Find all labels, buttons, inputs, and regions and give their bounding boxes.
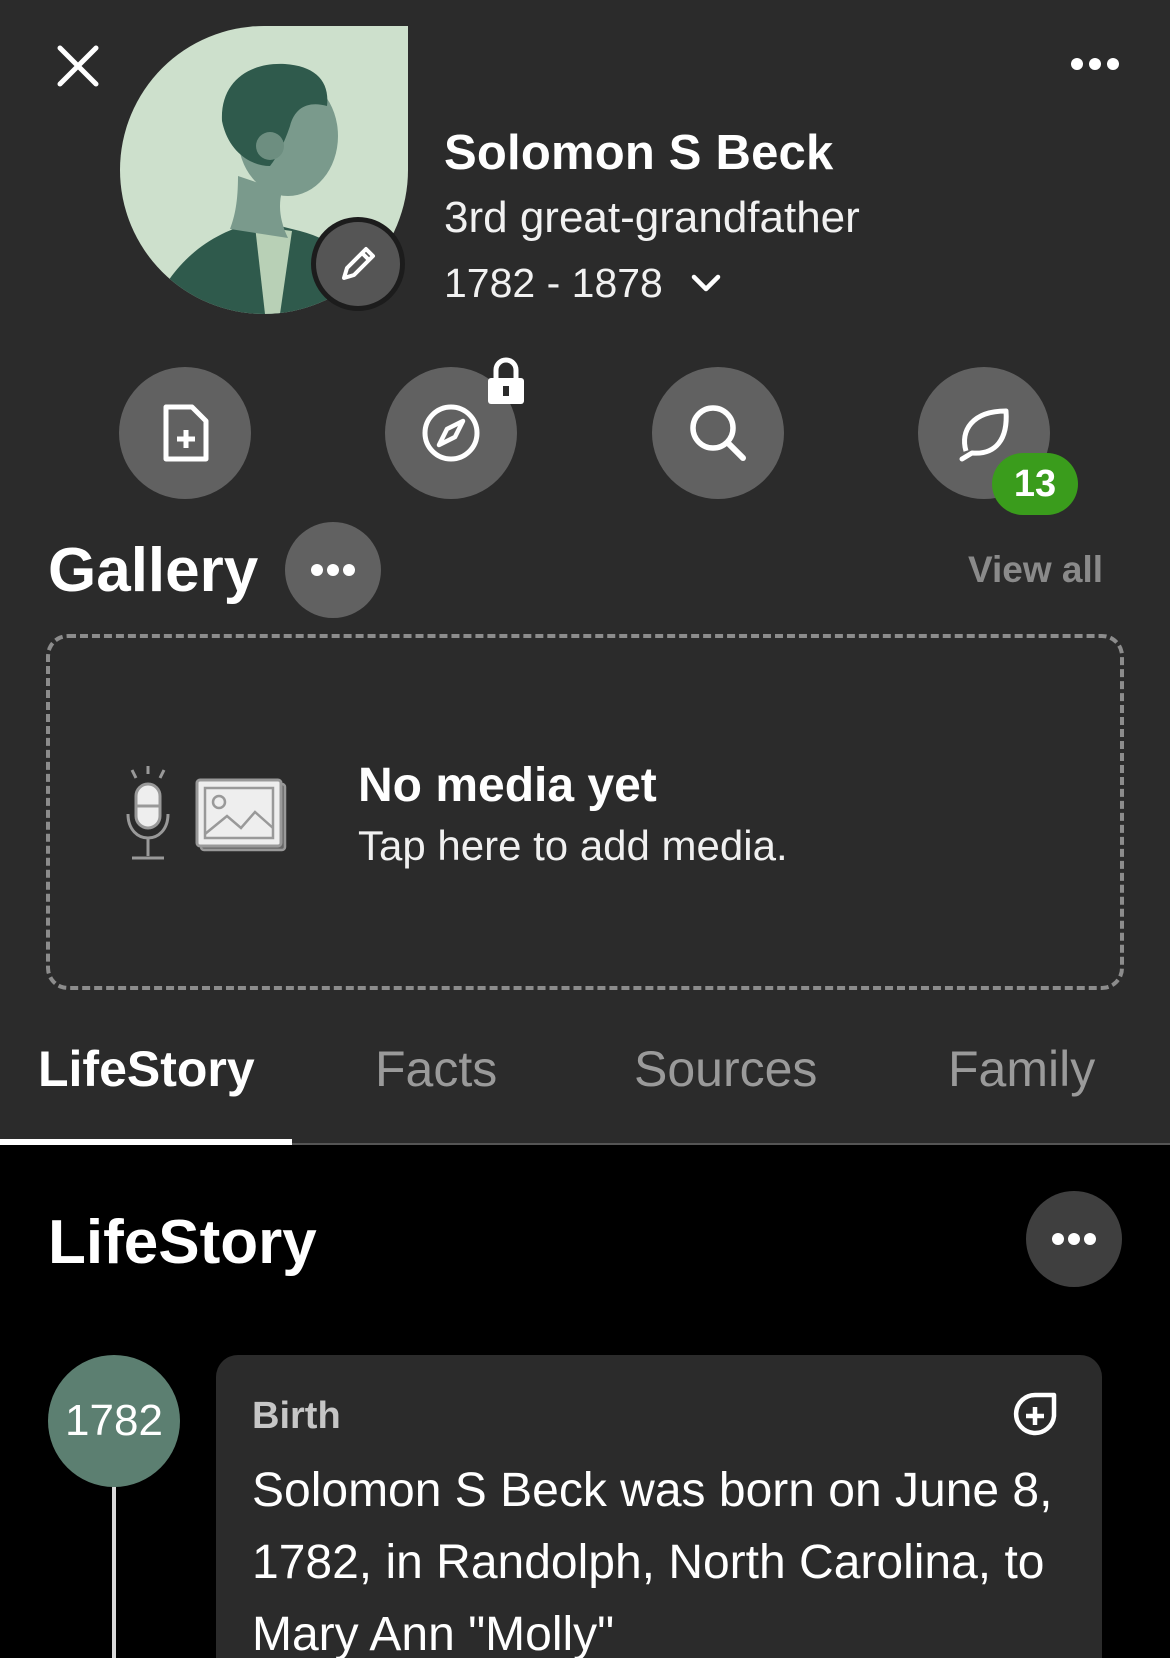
lifestory-event-card[interactable]: Birth Solomon S Beck was born on June 8,… [216,1355,1102,1658]
more-options-icon [1052,1233,1096,1245]
tab-family[interactable]: Family [948,1040,1095,1098]
tab-sources[interactable]: Sources [634,1040,817,1098]
gallery-more-button[interactable] [285,522,381,618]
tab-lifestory[interactable]: LifeStory [38,1040,255,1098]
microphone-icon [126,766,170,860]
search-button[interactable] [652,367,784,499]
hints-count-badge: 13 [992,453,1078,515]
add-media-dropzone[interactable]: No media yet Tap here to add media. [46,634,1124,990]
empty-media-title: No media yet [358,759,657,812]
leaf-hint-icon [959,408,1009,462]
timeline-year-marker: 1782 [48,1355,180,1487]
active-tab-indicator [0,1139,292,1145]
image-icon [195,778,287,852]
lifespan-toggle[interactable]: 1782 - 1878 [444,260,723,307]
add-document-icon [163,404,209,462]
more-options-icon [311,564,355,576]
event-type-label: Birth [252,1395,341,1437]
close-icon[interactable] [52,40,104,92]
profile-header: Solomon S Beck 3rd great-grandfather 178… [0,0,1170,1145]
add-record-button[interactable] [119,367,251,499]
lifespan-text: 1782 - 1878 [444,260,663,306]
profile-tabs: LifeStory Facts Sources Family [0,1040,1170,1145]
person-profile-page: Solomon S Beck 3rd great-grandfather 178… [0,0,1170,1658]
more-options-icon[interactable] [1065,44,1125,84]
tab-facts[interactable]: Facts [375,1040,497,1098]
edit-photo-button[interactable] [311,217,405,311]
search-icon [690,405,746,461]
lifestory-title: LifeStory [48,1208,317,1277]
timeline-line [112,1487,116,1658]
lifestory-more-button[interactable] [1026,1191,1122,1287]
relationship-label: 3rd great-grandfather [444,193,860,242]
event-description: Solomon S Beck was born on June 8, 1782,… [252,1464,1053,1658]
empty-media-subtitle: Tap here to add media. [358,822,788,869]
chevron-down-icon [691,274,721,291]
compass-icon [422,404,480,462]
view-all-link[interactable]: View all [968,549,1103,591]
lock-icon [488,357,524,404]
gallery-title: Gallery [48,536,259,605]
person-name: Solomon S Beck [444,126,834,180]
add-to-event-icon[interactable] [1010,1391,1060,1441]
pencil-icon [342,247,375,280]
